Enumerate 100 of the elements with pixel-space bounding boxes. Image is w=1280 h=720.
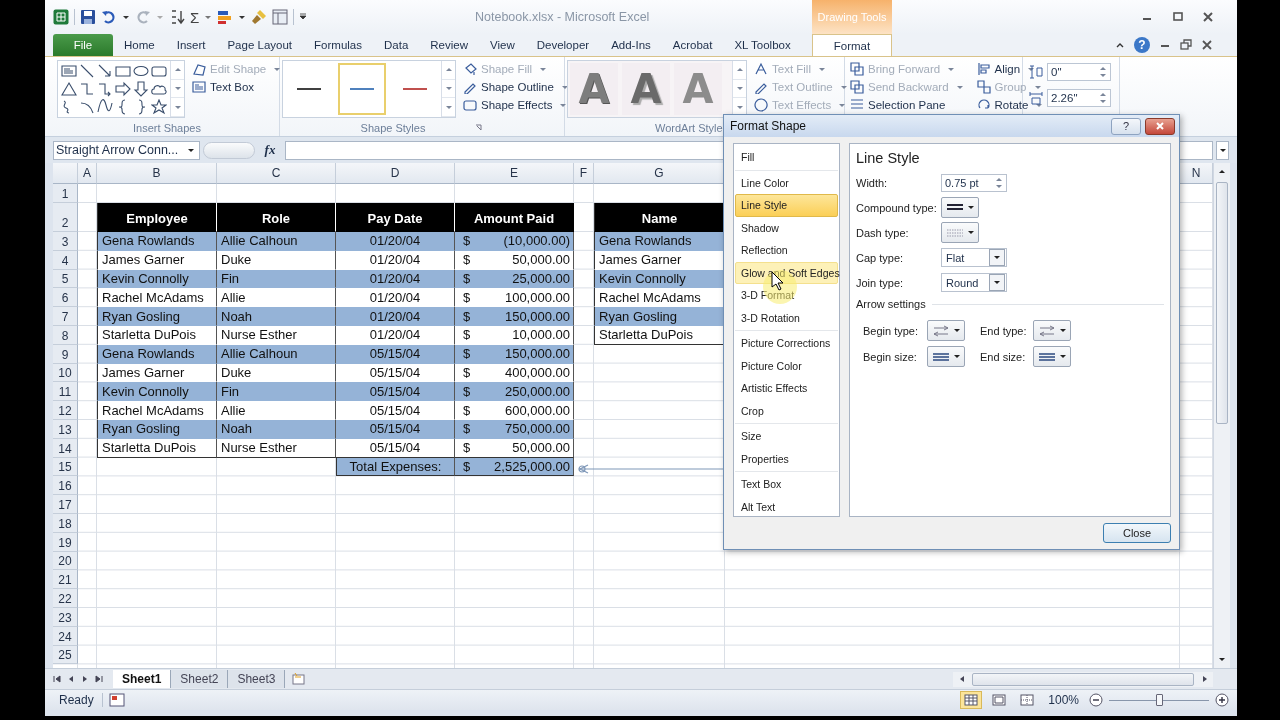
curve-icon[interactable] (97, 99, 113, 115)
row-header[interactable]: 3 (53, 232, 78, 251)
normal-view-button[interactable] (960, 691, 983, 709)
category-item[interactable]: Artistic Effects (735, 377, 838, 400)
category-item[interactable]: Line Color (735, 171, 838, 194)
ribbon-tab[interactable]: XL Toolbox (723, 34, 802, 56)
sheet-tab[interactable]: Sheet2 (171, 670, 229, 688)
previous-sheet-icon[interactable] (67, 675, 75, 683)
column-header[interactable]: B (97, 163, 217, 184)
row-header[interactable]: 6 (53, 288, 78, 308)
wordart-sample[interactable]: A (622, 63, 670, 115)
column-header[interactable]: C (217, 163, 336, 184)
ribbon-tab[interactable]: Review (419, 34, 479, 56)
next-sheet-icon[interactable] (81, 675, 89, 683)
dialog-launcher-icon[interactable] (475, 124, 484, 132)
elbow-arrow-icon[interactable] (97, 81, 113, 97)
zoom-in-icon[interactable] (1215, 693, 1229, 707)
category-item[interactable]: Shadow (735, 216, 838, 239)
zoom-slider-thumb[interactable] (1156, 693, 1163, 706)
triangle-icon[interactable] (61, 81, 77, 97)
first-sheet-icon[interactable] (53, 675, 61, 683)
ribbon-command[interactable]: Align (973, 60, 1046, 78)
ribbon-tab[interactable]: Insert (165, 34, 217, 56)
ribbon-tab[interactable]: File (53, 34, 113, 56)
ribbon-tab[interactable]: Data (373, 34, 420, 56)
row-header[interactable]: 16 (53, 476, 78, 496)
sum-button[interactable]: Σ (190, 8, 200, 26)
arrow-type-dropdown[interactable] (1033, 320, 1071, 341)
width-field[interactable]: 2.26" (1047, 89, 1111, 107)
category-item[interactable]: 3-D Format (735, 284, 838, 307)
ribbon-command[interactable]: Rotate (973, 96, 1046, 114)
ribbon-command[interactable]: Text Box (189, 78, 284, 96)
connector-arrow[interactable] (576, 463, 726, 475)
ribbon-tab[interactable]: Add-Ins (600, 34, 662, 56)
width-field[interactable]: 0.75 pt (941, 173, 1007, 192)
style-swatch[interactable] (337, 63, 387, 115)
row-header[interactable]: 2 (53, 203, 78, 232)
close-button[interactable]: Close (1103, 523, 1171, 543)
row-header[interactable]: 1 (53, 184, 78, 203)
sheet-tab[interactable]: Sheet3 (228, 670, 286, 688)
right-arrow-icon[interactable] (115, 81, 131, 97)
row-header[interactable]: 7 (53, 307, 78, 326)
help-button[interactable]: ? (1111, 117, 1141, 135)
insert-function-button[interactable]: fx (258, 142, 282, 158)
restore-icon[interactable] (1180, 39, 1192, 51)
last-sheet-icon[interactable] (95, 675, 103, 683)
ribbon-tab[interactable]: Page Layout (216, 34, 304, 56)
star-icon[interactable] (151, 99, 167, 115)
row-header[interactable]: 22 (53, 589, 78, 608)
compound-type-dropdown[interactable] (941, 197, 979, 218)
zoom-out-icon[interactable] (1089, 693, 1103, 707)
column-header[interactable]: N (1180, 163, 1213, 184)
ribbon-tab[interactable]: Developer (525, 34, 601, 56)
close-button[interactable] (1145, 117, 1175, 135)
ribbon-tab[interactable]: Formulas (303, 34, 373, 56)
category-item[interactable]: Alt Text (735, 495, 838, 518)
height-field[interactable]: 0" (1047, 63, 1111, 81)
caret-icon[interactable] (238, 13, 247, 21)
arrow-icon[interactable] (97, 63, 113, 79)
category-item[interactable]: Picture Corrections (735, 332, 838, 355)
arrow-type-dropdown[interactable] (927, 320, 965, 341)
ribbon-tab[interactable]: Format (812, 34, 892, 56)
row-header[interactable]: 12 (53, 401, 78, 420)
caret-icon[interactable] (122, 13, 130, 21)
close-icon[interactable] (1201, 10, 1215, 24)
color-bars-icon[interactable] (217, 9, 234, 25)
sheet-tab[interactable]: Sheet1 (113, 670, 172, 688)
expand-formula-button[interactable] (1216, 140, 1229, 160)
ribbon-tab[interactable]: Home (113, 34, 166, 56)
undo-icon[interactable] (101, 9, 117, 25)
column-header[interactable]: A (78, 163, 97, 184)
column-header[interactable]: D (336, 163, 455, 184)
arc-icon[interactable] (79, 99, 95, 115)
sort-icon[interactable] (169, 9, 185, 25)
dropdown-field[interactable]: Round (941, 273, 1007, 292)
category-item[interactable]: Crop (735, 399, 838, 422)
column-header[interactable]: E (455, 163, 574, 184)
maximize-icon[interactable] (1170, 10, 1185, 24)
ribbon-tab[interactable]: Acrobat (661, 34, 724, 56)
category-item[interactable]: Picture Color (735, 354, 838, 377)
down-arrow-icon[interactable] (133, 81, 149, 97)
column-header[interactable]: F (574, 163, 594, 184)
arrow-size-dropdown[interactable] (1033, 346, 1071, 367)
column-header[interactable]: G (594, 163, 725, 184)
macro-record-icon[interactable] (108, 692, 125, 708)
category-item[interactable]: Reflection (735, 239, 838, 262)
form-icon[interactable] (272, 9, 289, 25)
ribbon-tab[interactable]: View (479, 34, 526, 56)
name-box[interactable]: Straight Arrow Conn... (53, 140, 200, 160)
paintbrush-icon[interactable] (251, 9, 268, 25)
help-button[interactable]: ? (1134, 37, 1150, 53)
scrollbar-thumb[interactable] (1216, 182, 1228, 424)
scrollbar-thumb[interactable] (972, 672, 1194, 686)
wordart-sample[interactable]: A (570, 63, 618, 115)
category-item[interactable]: Fill (735, 146, 838, 169)
category-item[interactable]: Text Box (735, 473, 838, 496)
zoom-level[interactable]: 100% (1044, 693, 1083, 707)
save-icon[interactable] (80, 9, 96, 25)
row-header[interactable]: 21 (53, 570, 78, 590)
dropdown-field[interactable]: Flat (941, 248, 1007, 267)
